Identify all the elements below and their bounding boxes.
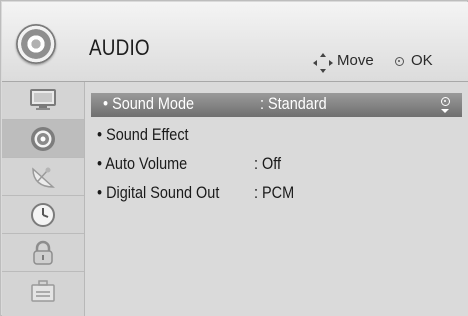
menu-item-value: : Standard (260, 94, 327, 113)
menu-item-label: • Digital Sound Out (97, 183, 220, 202)
sidebar-item-time[interactable] (2, 196, 84, 234)
menu-item-label: • Sound Mode (103, 94, 195, 113)
clock-icon (31, 203, 55, 227)
speaker-icon (16, 24, 56, 64)
lock-icon (33, 240, 53, 265)
move-hint-label: Move (337, 52, 374, 69)
picture-icon (30, 89, 56, 110)
satellite-dish-icon (32, 167, 55, 188)
ok-button-icon (395, 57, 404, 66)
menu-item-value: : PCM (254, 183, 295, 202)
category-sidebar (2, 82, 85, 316)
sidebar-item-option[interactable] (2, 272, 84, 310)
menu-title: AUDIO (89, 35, 150, 60)
sidebar-item-audio[interactable] (2, 120, 84, 158)
move-arrows-icon (313, 53, 333, 73)
menu-item-label: • Auto Volume (97, 154, 188, 173)
ok-hint-label: OK (411, 52, 433, 69)
toolbox-icon (31, 280, 55, 302)
sidebar-item-lock[interactable] (2, 234, 84, 272)
menu-content: • Sound Mode : Standard • Sound Effect •… (85, 82, 468, 316)
audio-menu-window: AUDIO Move OK • Sound Mode: Standard • … (0, 0, 468, 316)
sidebar-item-channel[interactable] (2, 158, 84, 196)
sidebar-item-picture[interactable] (2, 82, 84, 120)
menu-item-digital-sound-out[interactable]: • Digital Sound Out : PCM (85, 182, 468, 206)
menu-item-auto-volume[interactable]: • Auto Volume : Off (85, 153, 468, 177)
menu-item-value: : Off (254, 154, 282, 173)
audio-icon (31, 127, 55, 151)
chevron-down-icon (441, 109, 449, 113)
menu-item-label: • Sound Effect (97, 125, 189, 144)
menu-header: AUDIO Move OK (2, 2, 468, 82)
menu-item-sound-effect[interactable]: • Sound Effect (85, 124, 468, 148)
menu-item-sound-mode[interactable]: • Sound Mode : Standard (91, 93, 462, 117)
ok-icon (441, 97, 450, 106)
